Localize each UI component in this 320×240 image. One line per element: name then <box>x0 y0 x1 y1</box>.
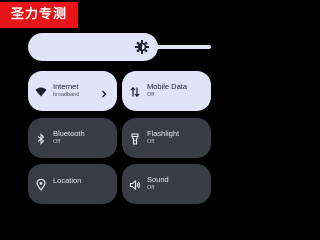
tile-label: Sound <box>147 175 169 184</box>
tile-status: Off <box>147 92 155 98</box>
location-icon <box>35 178 47 191</box>
mobile-data-icon <box>129 85 141 98</box>
tile-sound[interactable]: Sound Off <box>122 164 211 204</box>
tile-status: Off <box>147 185 155 191</box>
watermark-stamp: 圣力专测 <box>0 2 78 28</box>
bluetooth-icon <box>35 132 47 145</box>
brightness-slider[interactable] <box>28 33 211 61</box>
flashlight-icon <box>129 132 141 145</box>
tile-label: Bluetooth <box>53 129 85 138</box>
tile-internet[interactable]: Internet broadband <box>28 71 117 111</box>
brightness-icon[interactable] <box>134 39 150 55</box>
sound-icon <box>129 178 141 191</box>
tile-label: Mobile Data <box>147 82 188 91</box>
brightness-track[interactable] <box>154 45 211 49</box>
tile-status: Off <box>147 139 155 145</box>
tile-mobile-data[interactable]: Mobile Data Off <box>122 71 211 111</box>
tile-location[interactable]: Location <box>28 164 117 204</box>
tile-label: Internet <box>53 82 79 91</box>
tile-label: Location <box>53 176 82 185</box>
chevron-right-icon[interactable] <box>99 86 109 98</box>
tile-bluetooth[interactable]: Bluetooth Off <box>28 118 117 158</box>
tile-flashlight[interactable]: Flashlight Off <box>122 118 211 158</box>
tile-status: Off <box>53 139 61 145</box>
wifi-icon <box>35 85 47 97</box>
tile-status: broadband <box>53 92 80 98</box>
tile-label: Flashlight <box>147 129 180 138</box>
